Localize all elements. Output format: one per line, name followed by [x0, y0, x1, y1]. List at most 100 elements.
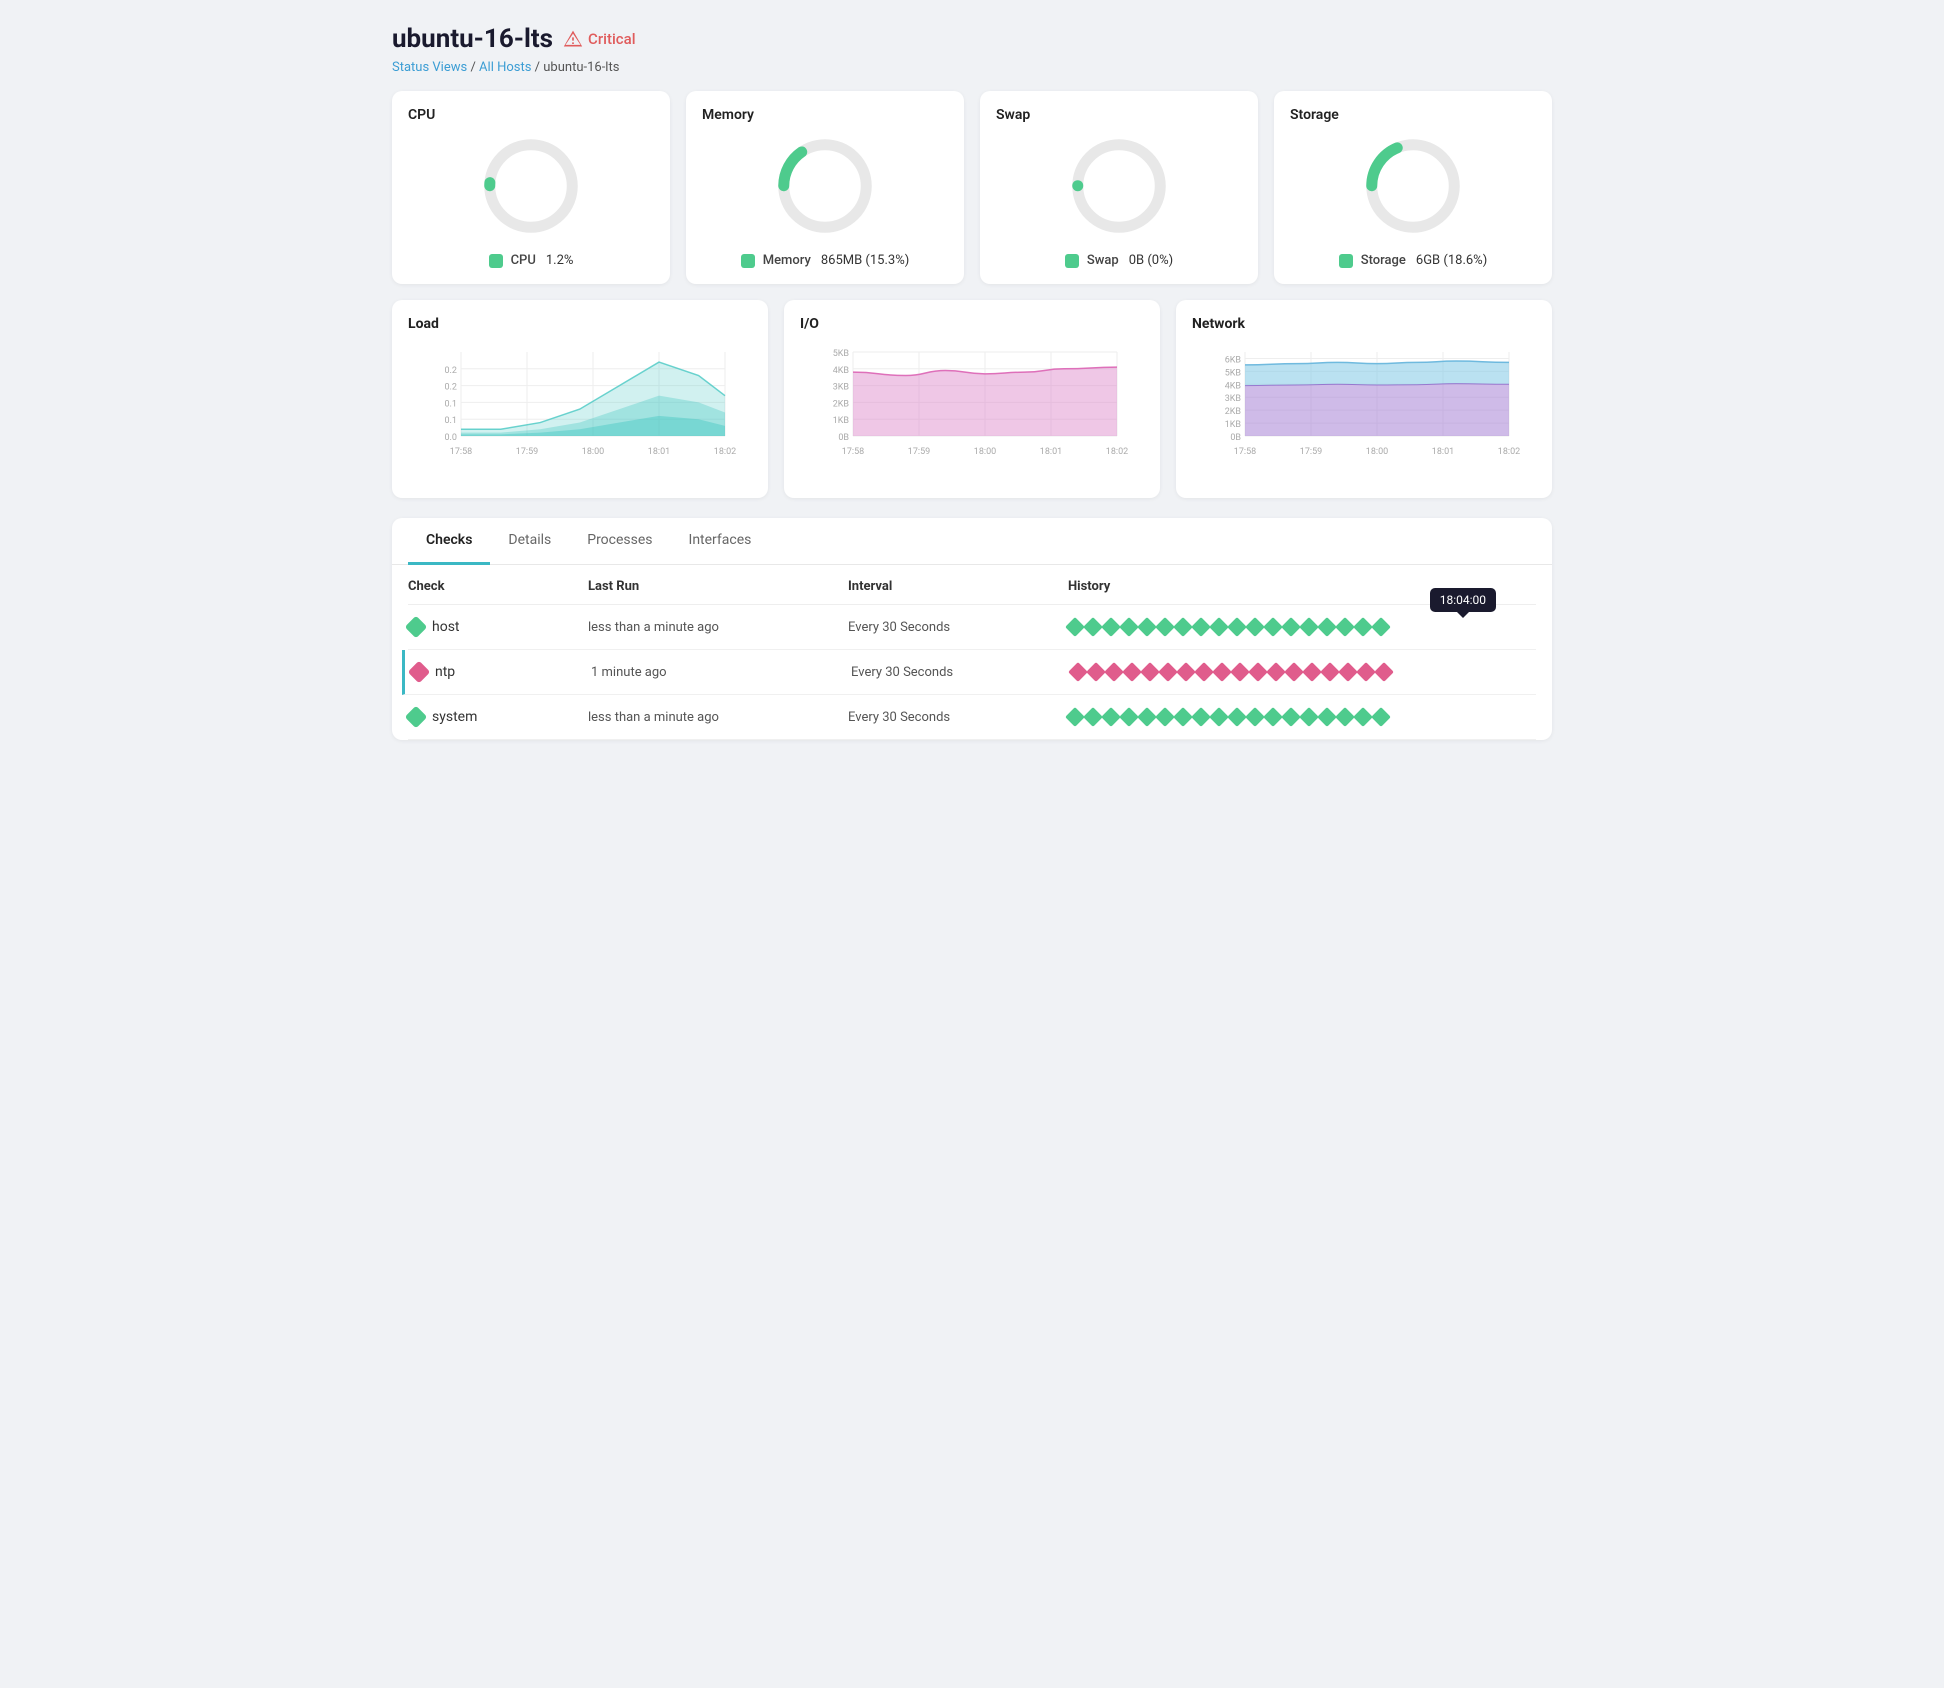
- breadcrumb-status-views[interactable]: Status Views: [392, 60, 467, 75]
- svg-text:18:02: 18:02: [1106, 447, 1128, 457]
- check-label: host: [432, 619, 460, 635]
- tabs-section: ChecksDetailsProcessesInterfaces Check L…: [392, 518, 1552, 740]
- svg-text:18:01: 18:01: [648, 447, 670, 457]
- metric-card-memory: Memory Memory 865MB (15.3%): [686, 91, 964, 284]
- check-status-dot: [408, 661, 431, 684]
- svg-text:0.2: 0.2: [445, 366, 458, 376]
- history-dot: [1263, 707, 1283, 727]
- svg-text:0B: 0B: [1230, 433, 1241, 443]
- history-dot: [1191, 617, 1211, 637]
- breadcrumb-all-hosts[interactable]: All Hosts: [479, 60, 531, 75]
- history-dot: [1371, 617, 1391, 637]
- history-dot: [1137, 617, 1157, 637]
- col-last-run: Last Run: [588, 579, 848, 594]
- table-row: system less than a minute ago Every 30 S…: [408, 695, 1536, 740]
- history-dot: [1101, 707, 1121, 727]
- svg-text:18:00: 18:00: [1366, 447, 1388, 457]
- legend-value-cpu: 1.2%: [546, 253, 574, 268]
- history-dot: [1245, 617, 1265, 637]
- tab-details[interactable]: Details: [490, 518, 569, 565]
- legend-storage: Storage 6GB (18.6%): [1290, 253, 1536, 268]
- chart-area-io: 5KB4KB3KB2KB1KB0B17:5817:5918:0018:0118:…: [800, 342, 1144, 482]
- history-dot: [1155, 617, 1175, 637]
- history-dot: [1335, 707, 1355, 727]
- svg-text:0.2: 0.2: [445, 383, 458, 393]
- svg-text:17:58: 17:58: [1234, 447, 1256, 457]
- history-dot: [1266, 662, 1286, 682]
- svg-text:18:01: 18:01: [1432, 447, 1454, 457]
- svg-text:6KB: 6KB: [1225, 355, 1242, 365]
- last-run: less than a minute ago: [588, 620, 848, 635]
- chart-title-io: I/O: [800, 316, 1144, 332]
- svg-text:0.1: 0.1: [445, 416, 458, 426]
- metric-title-cpu: CPU: [408, 107, 654, 123]
- history-dot: [1227, 617, 1247, 637]
- table-body: host less than a minute ago Every 30 Sec…: [408, 605, 1536, 740]
- chart-card-load: Load 0.20.20.10.10.017:5817:5918:0018:01…: [392, 300, 768, 498]
- title-row: ubuntu-16-lts Critical: [392, 24, 1552, 54]
- interval: Every 30 Seconds: [848, 620, 1068, 635]
- history-dot: [1317, 707, 1337, 727]
- svg-text:18:00: 18:00: [582, 447, 604, 457]
- charts-grid: Load 0.20.20.10.10.017:5817:5918:0018:01…: [392, 300, 1552, 498]
- svg-text:2KB: 2KB: [833, 399, 850, 409]
- history-dot: [1212, 662, 1232, 682]
- history-dot: [1176, 662, 1196, 682]
- chart-title-load: Load: [408, 316, 752, 332]
- history-dot: [1374, 662, 1394, 682]
- history-dot: [1101, 617, 1121, 637]
- status-badge: Critical: [563, 29, 635, 49]
- tabs-nav: ChecksDetailsProcessesInterfaces: [392, 518, 1552, 565]
- history-dots: 18:04:00: [1068, 620, 1536, 634]
- legend-value-swap: 0B (0%): [1129, 253, 1173, 268]
- tab-interfaces[interactable]: Interfaces: [671, 518, 770, 565]
- check-label: system: [432, 709, 477, 725]
- history-dot: [1209, 617, 1229, 637]
- history-dot: [1263, 617, 1283, 637]
- svg-text:17:59: 17:59: [516, 447, 538, 457]
- history-dot: [1194, 662, 1214, 682]
- svg-text:1KB: 1KB: [833, 416, 850, 426]
- history-dot: [1248, 662, 1268, 682]
- svg-text:0.1: 0.1: [445, 399, 458, 409]
- interval: Every 30 Seconds: [851, 665, 1071, 680]
- history-dot: [1158, 662, 1178, 682]
- history-dot: [1284, 662, 1304, 682]
- history-dot: [1173, 707, 1193, 727]
- legend-value-storage: 6GB (18.6%): [1416, 253, 1487, 268]
- history-dot: [1299, 707, 1319, 727]
- check-label: ntp: [435, 664, 455, 680]
- donut-cpu: [408, 131, 654, 241]
- metric-title-memory: Memory: [702, 107, 948, 123]
- history-dot: [1299, 617, 1319, 637]
- last-run: less than a minute ago: [588, 710, 848, 725]
- history-dot: [1140, 662, 1160, 682]
- svg-text:17:59: 17:59: [908, 447, 930, 457]
- check-status-dot: [405, 706, 428, 729]
- legend-dot-memory: [741, 254, 755, 268]
- history-dot: [1302, 662, 1322, 682]
- check-name: host: [408, 619, 588, 635]
- history-dot: [1191, 707, 1211, 727]
- breadcrumb-sep2: /: [535, 60, 544, 75]
- header: ubuntu-16-lts Critical Status Views / Al…: [392, 24, 1552, 75]
- tab-checks[interactable]: Checks: [408, 518, 490, 565]
- svg-text:5KB: 5KB: [833, 349, 850, 359]
- legend-label-cpu: CPU: [511, 253, 536, 268]
- tab-processes[interactable]: Processes: [569, 518, 670, 565]
- table-header: Check Last Run Interval History: [408, 565, 1536, 605]
- svg-text:4KB: 4KB: [1225, 381, 1242, 391]
- tooltip: 18:04:00: [1430, 588, 1496, 612]
- history-dot: [1104, 662, 1124, 682]
- svg-text:17:58: 17:58: [450, 447, 472, 457]
- legend-value-memory: 865MB (15.3%): [821, 253, 909, 268]
- metric-card-storage: Storage Storage 6GB (18.6%): [1274, 91, 1552, 284]
- history-dot: [1122, 662, 1142, 682]
- metrics-grid: CPU CPU 1.2% Memory Memory 865MB (15.3%): [392, 91, 1552, 284]
- legend-label-storage: Storage: [1361, 253, 1406, 268]
- page-title: ubuntu-16-lts: [392, 24, 553, 54]
- metric-title-storage: Storage: [1290, 107, 1536, 123]
- history-dot: [1320, 662, 1340, 682]
- history-dot: [1281, 617, 1301, 637]
- legend-memory: Memory 865MB (15.3%): [702, 253, 948, 268]
